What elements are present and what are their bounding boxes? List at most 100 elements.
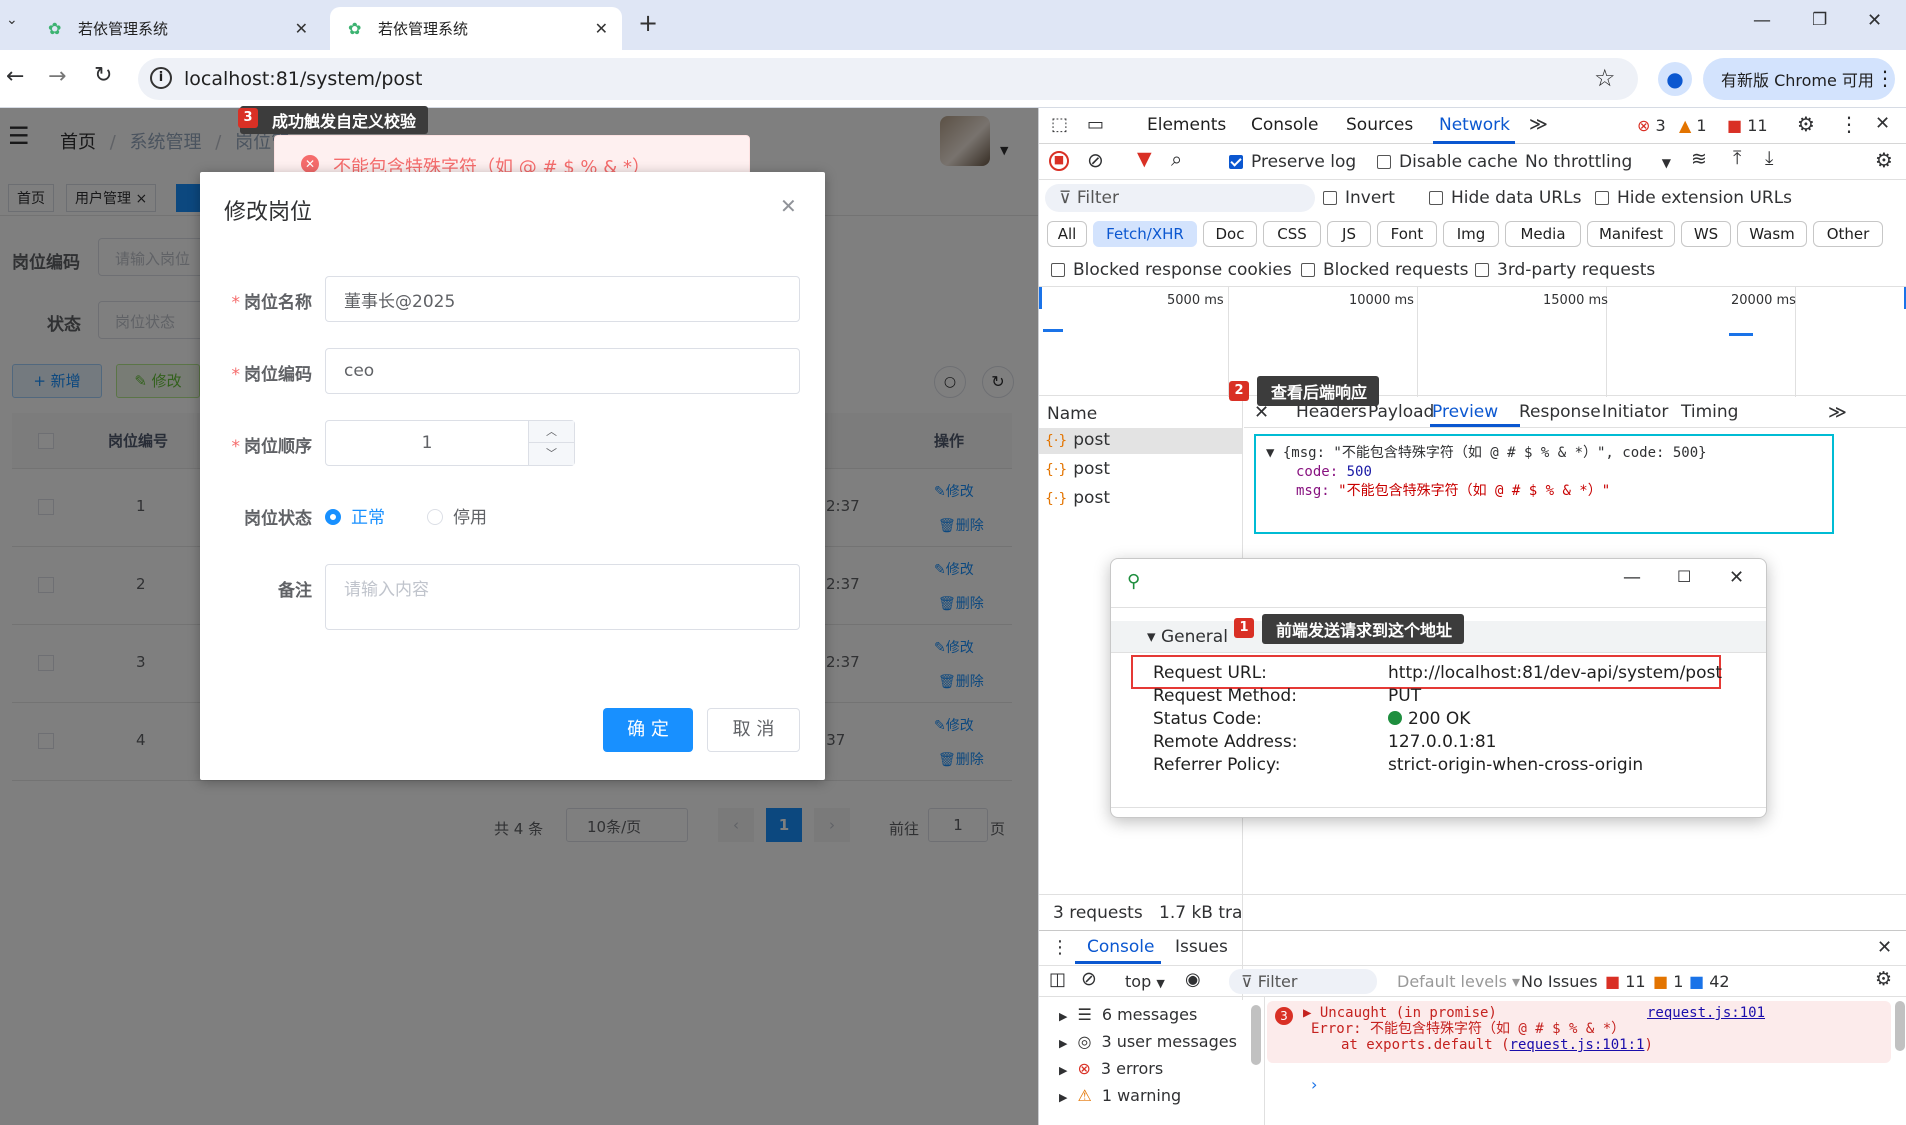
filter-chip-all[interactable]: All: [1047, 221, 1087, 247]
filter-chip-manifest[interactable]: Manifest: [1587, 221, 1675, 247]
throttling-select[interactable]: No throttling ▼: [1525, 152, 1671, 172]
general-section-label[interactable]: ▾ General: [1147, 627, 1228, 647]
context-select[interactable]: top ▼: [1125, 972, 1165, 991]
increase-icon[interactable]: ︿: [528, 421, 574, 443]
console-filter-input[interactable]: ⊽ Filter: [1229, 969, 1377, 994]
third-party-checkbox[interactable]: 3rd-party requests: [1475, 260, 1655, 280]
record-stop-icon[interactable]: ■: [1049, 151, 1069, 171]
post-code-input[interactable]: ceo: [325, 348, 800, 394]
tab-network[interactable]: Network: [1439, 115, 1510, 135]
decrease-icon[interactable]: ﹀: [528, 443, 574, 465]
site-info-icon[interactable]: i: [150, 67, 172, 89]
status-normal-radio[interactable]: 正常: [325, 503, 385, 528]
hide-extension-urls-checkbox[interactable]: Hide extension URLs: [1595, 188, 1792, 208]
detail-tab-initiator[interactable]: Initiator: [1602, 402, 1668, 422]
post-sort-stepper[interactable]: 1 ︿ ﹀: [325, 420, 575, 466]
invert-checkbox[interactable]: Invert: [1323, 188, 1395, 208]
network-settings-icon[interactable]: ⚙: [1875, 148, 1893, 172]
preview-summary-line[interactable]: ▼ {msg: "不能包含特殊字符（如 @ # $ % & *）", code:…: [1266, 444, 1822, 463]
filter-funnel-icon[interactable]: ▼: [1137, 148, 1152, 170]
filter-chip-css[interactable]: CSS: [1263, 221, 1321, 247]
detail-tab-preview[interactable]: Preview: [1432, 402, 1498, 422]
filter-chip-wasm[interactable]: Wasm: [1737, 221, 1807, 247]
drawer-tab-issues[interactable]: Issues: [1175, 937, 1228, 957]
kebab-menu-icon[interactable]: ⋮: [1875, 66, 1895, 90]
browser-tab-1[interactable]: ✿ 若依管理系统 ✕: [30, 7, 322, 50]
profile-avatar-icon[interactable]: ●: [1658, 62, 1692, 96]
import-har-icon[interactable]: ⤒: [1733, 147, 1741, 169]
filter-chip-fetch-xhr[interactable]: Fetch/XHR: [1093, 221, 1197, 247]
general-row-value[interactable]: 127.0.0.1:81: [1388, 732, 1496, 752]
back-icon[interactable]: ←: [6, 64, 24, 89]
close-icon[interactable]: ✕: [295, 19, 308, 38]
console-sidebar-item[interactable]: ▶ ◎ 3 user messages: [1059, 1032, 1237, 1051]
filter-input[interactable]: ⊽ Filter: [1045, 184, 1315, 212]
timeline-handle[interactable]: [1039, 287, 1042, 309]
clear-icon[interactable]: ⊘: [1087, 148, 1104, 172]
error-count[interactable]: ⊗ 3: [1637, 116, 1666, 135]
close-drawer-icon[interactable]: ✕: [1877, 937, 1892, 958]
tab-search-icon[interactable]: ⌄: [6, 12, 18, 28]
console-scrollbar[interactable]: [1895, 1001, 1905, 1051]
remark-textarea[interactable]: 请输入内容: [325, 564, 800, 630]
preserve-log-checkbox[interactable]: Preserve log: [1229, 152, 1356, 172]
drawer-menu-icon[interactable]: ⋮: [1051, 937, 1069, 958]
bookmark-star-icon[interactable]: ☆: [1594, 64, 1616, 92]
disable-cache-checkbox[interactable]: Disable cache: [1377, 152, 1518, 172]
console-prompt-icon[interactable]: ›: [1311, 1075, 1317, 1094]
no-issues-label[interactable]: No Issues: [1521, 972, 1598, 991]
inspect-element-icon[interactable]: ⬚: [1051, 114, 1068, 135]
tab-elements[interactable]: Elements: [1147, 115, 1226, 135]
filter-chip-ws[interactable]: WS: [1681, 221, 1731, 247]
restore-button[interactable]: ❐: [1812, 10, 1827, 30]
detail-tab-response[interactable]: Response: [1519, 402, 1601, 422]
network-conditions-icon[interactable]: ≋: [1691, 148, 1707, 170]
chrome-update-button[interactable]: 有新版 Chrome 可用 ⋮: [1703, 58, 1895, 100]
close-devtools-icon[interactable]: ✕: [1875, 113, 1890, 134]
issues-count[interactable]: ■ 11: [1727, 116, 1768, 135]
browser-tab-2[interactable]: ✿ 若依管理系统 ✕: [330, 7, 622, 50]
general-row-value[interactable]: strict-origin-when-cross-origin: [1388, 755, 1643, 775]
filter-chip-other[interactable]: Other: [1813, 221, 1883, 247]
tab-sources[interactable]: Sources: [1346, 115, 1413, 135]
sidebar-toggle-icon[interactable]: ◫: [1049, 969, 1066, 990]
console-settings-icon[interactable]: ⚙: [1875, 968, 1892, 990]
detail-tab-timing[interactable]: Timing: [1681, 402, 1738, 422]
console-error-count[interactable]: ■ 11: [1605, 972, 1646, 991]
minimize-button[interactable]: —: [1753, 10, 1771, 31]
console-sidebar-item[interactable]: ▶ ☰ 6 messages: [1059, 1005, 1197, 1024]
url-field[interactable]: i localhost:81/system/post ☆: [138, 58, 1638, 100]
general-row-value[interactable]: PUT: [1388, 686, 1421, 706]
export-har-icon[interactable]: ⤓: [1765, 147, 1773, 169]
drawer-tab-console[interactable]: Console: [1087, 937, 1155, 957]
popup-minimize-button[interactable]: —: [1623, 567, 1641, 588]
console-info-count[interactable]: ■ 42: [1689, 972, 1730, 991]
error-source-link[interactable]: request.js:101: [1647, 1005, 1765, 1021]
general-row-value[interactable]: 200 OK: [1388, 709, 1470, 729]
tab-console[interactable]: Console: [1251, 115, 1319, 135]
close-window-button[interactable]: ✕: [1867, 10, 1882, 31]
log-levels-select[interactable]: Default levels ▾: [1397, 972, 1520, 991]
forward-icon[interactable]: →: [48, 64, 66, 89]
filter-chip-doc[interactable]: Doc: [1203, 221, 1257, 247]
search-icon[interactable]: ⌕: [1171, 147, 1182, 171]
more-options-icon[interactable]: ⋮: [1839, 112, 1859, 136]
console-sidebar-item[interactable]: ▶ ⚠ 1 warning: [1059, 1086, 1181, 1105]
stack-frame-link[interactable]: request.js:101:1: [1510, 1037, 1645, 1053]
new-tab-button[interactable]: +: [638, 9, 658, 37]
popup-maximize-button[interactable]: ☐: [1677, 567, 1691, 586]
hide-data-urls-checkbox[interactable]: Hide data URLs: [1429, 188, 1581, 208]
timeline-overview[interactable]: 5000 ms 10000 ms 15000 ms 20000 ms: [1039, 286, 1906, 397]
status-disabled-radio[interactable]: 停用: [427, 503, 487, 528]
filter-chip-media[interactable]: Media: [1505, 221, 1581, 247]
settings-gear-icon[interactable]: ⚙: [1797, 112, 1815, 136]
blocked-requests-checkbox[interactable]: Blocked requests: [1301, 260, 1469, 280]
error-line-1[interactable]: ▶ Uncaught (in promise) request.js:101: [1303, 1005, 1891, 1021]
confirm-button[interactable]: 确 定: [603, 708, 693, 752]
console-sidebar-item[interactable]: ▶ ⊗ 3 errors: [1059, 1059, 1163, 1078]
more-detail-tabs-icon[interactable]: ≫: [1828, 402, 1847, 423]
live-expression-eye-icon[interactable]: ◉: [1185, 969, 1201, 990]
cancel-button[interactable]: 取 消: [707, 708, 800, 752]
device-toolbar-icon[interactable]: ▭: [1087, 114, 1104, 135]
dialog-close-icon[interactable]: ✕: [780, 194, 797, 218]
